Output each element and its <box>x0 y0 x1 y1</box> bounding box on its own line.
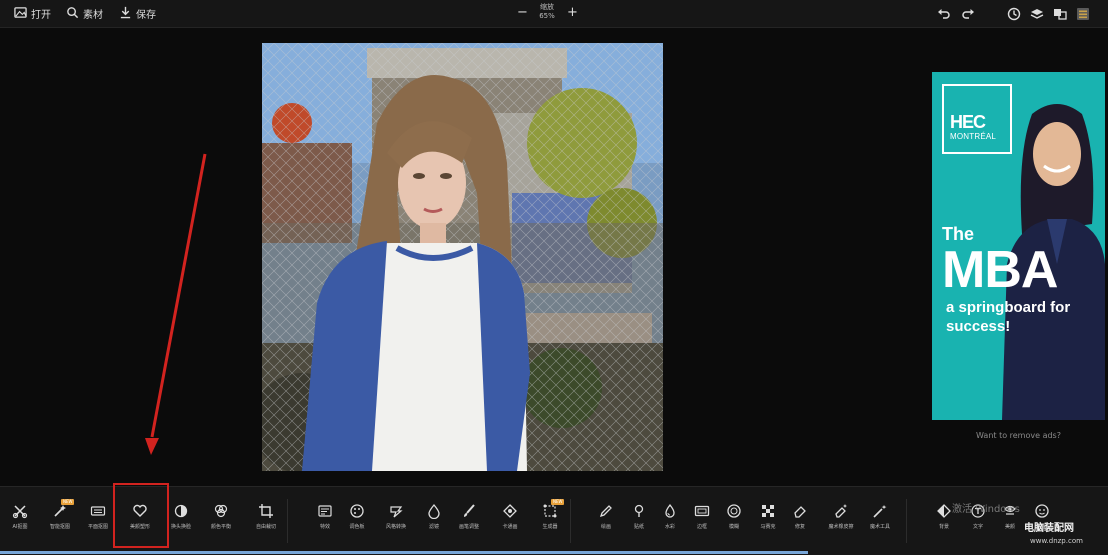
tool-label: 魔术工具 <box>869 524 890 530</box>
keyboard-icon <box>90 503 106 519</box>
sticker-icon <box>1034 503 1050 519</box>
highlight-box <box>113 483 169 548</box>
site-watermark: 电脑装配网 <box>1024 523 1074 534</box>
scissors-icon <box>12 503 28 519</box>
ad-logo-line2: MONTRÉAL <box>950 132 997 141</box>
zoom-readout: 缩放 65% <box>534 3 560 21</box>
new-badge: NEW <box>61 499 75 505</box>
layers-icon[interactable] <box>1030 6 1044 20</box>
zoom-value: 65% <box>539 12 555 20</box>
generator-icon <box>542 503 558 519</box>
open-button[interactable]: 打开 <box>14 5 51 22</box>
search-label: 素材 <box>83 10 103 21</box>
tool-label: 颜色平衡 <box>210 524 231 530</box>
advertisement-banner[interactable]: HEC MONTRÉAL The MBA a springboard for s… <box>932 72 1105 420</box>
history-icon[interactable] <box>1007 6 1021 21</box>
tool-label: 风格转换 <box>385 524 406 530</box>
tool-magic-cut[interactable]: 智能抠图 <box>40 503 80 539</box>
toolbar-divider <box>906 499 907 543</box>
windows-watermark: 激活 Windows <box>952 504 1020 515</box>
drop-icon <box>426 503 442 520</box>
undo-icon[interactable] <box>937 6 951 20</box>
tool-label: 平面抠图 <box>87 524 108 530</box>
zoom-out-button[interactable]: − <box>517 6 528 20</box>
crop-icon <box>258 503 274 519</box>
palette-icon <box>349 503 365 519</box>
effects-icon <box>317 503 333 519</box>
face-swap-icon <box>173 503 189 519</box>
menu-icon[interactable] <box>1076 6 1090 20</box>
tool-crop[interactable]: 自由裁切 <box>246 503 286 539</box>
mosaic-icon <box>760 503 776 519</box>
tool-brush[interactable]: 画笔调整 <box>449 503 489 539</box>
tool-label: 魔术橡皮擦 <box>828 524 854 530</box>
save-button[interactable]: 保存 <box>119 5 156 22</box>
magic-wand-icon <box>872 503 888 519</box>
toolbar-divider <box>570 499 571 543</box>
pencil-icon <box>598 503 614 519</box>
blur-icon <box>726 503 742 519</box>
color-balance-icon <box>213 503 229 519</box>
zoom-in-button[interactable]: + <box>567 6 578 20</box>
tool-keyboard[interactable]: 平面抠图 <box>78 503 118 539</box>
tool-style[interactable]: 风格转换 <box>376 503 416 539</box>
remove-ads-link[interactable]: Want to remove ads? <box>932 431 1105 440</box>
background-icon <box>936 503 952 519</box>
search-button[interactable]: 素材 <box>66 5 103 22</box>
compare-icon[interactable] <box>1053 6 1067 20</box>
open-label: 打开 <box>31 10 51 21</box>
tool-label: 画笔调整 <box>458 524 479 530</box>
tool-cartoon[interactable]: 卡通画 <box>490 503 530 539</box>
ad-headline-big: MBA <box>942 241 1058 299</box>
image-icon <box>14 6 27 22</box>
zoom-control: − 缩放 65% + <box>512 2 582 25</box>
tool-scissors[interactable]: AI抠图 <box>0 503 40 539</box>
tool-label: 滤镜 <box>428 524 439 530</box>
redo-icon[interactable] <box>961 6 975 20</box>
ad-logo-line1: HEC <box>950 112 986 132</box>
tool-drop[interactable]: 滤镜 <box>414 503 454 539</box>
zoom-title: 缩放 <box>540 3 554 11</box>
tool-magic-eraser[interactable]: 魔术橡皮擦 <box>821 503 861 539</box>
brush-icon <box>461 503 477 519</box>
pin-icon <box>631 503 647 519</box>
magic-eraser-icon <box>833 503 849 519</box>
tool-label: 智能抠图 <box>49 524 70 530</box>
save-label: 保存 <box>136 10 156 21</box>
portrait-photo <box>262 43 663 471</box>
tool-magic-wand[interactable]: 魔术工具 <box>860 503 900 539</box>
tool-eraser[interactable]: 修复 <box>780 503 820 539</box>
tool-label: 调色板 <box>349 524 365 530</box>
tool-label: 自由裁切 <box>255 524 276 530</box>
new-badge: NEW <box>551 499 565 505</box>
ad-tagline: a springboard for success! <box>946 299 1071 335</box>
toolbar-divider <box>287 499 288 543</box>
tool-label: 修复 <box>794 524 805 530</box>
tool-color-balance[interactable]: 颜色平衡 <box>201 503 241 539</box>
download-icon <box>119 6 132 22</box>
tool-label: 卡通画 <box>502 524 518 530</box>
photo-canvas[interactable] <box>262 43 663 471</box>
tool-label: AI抠图 <box>12 524 28 530</box>
style-icon <box>388 503 404 519</box>
top-bar: 打开 素材 保存 − 缩放 65% + <box>0 0 1108 28</box>
ad-logo: HEC MONTRÉAL <box>942 84 1012 154</box>
tool-palette[interactable]: 调色板 <box>337 503 377 539</box>
tool-label: 生成器 <box>542 524 558 530</box>
frame-icon <box>694 503 710 519</box>
water-icon <box>662 503 678 519</box>
search-icon <box>66 6 79 22</box>
eraser-icon <box>792 503 808 519</box>
site-url: www.dnzp.com <box>1030 537 1083 545</box>
cartoon-icon <box>502 503 518 519</box>
tool-generator[interactable]: 生成器 <box>530 503 570 539</box>
magic-cut-icon <box>52 503 68 519</box>
